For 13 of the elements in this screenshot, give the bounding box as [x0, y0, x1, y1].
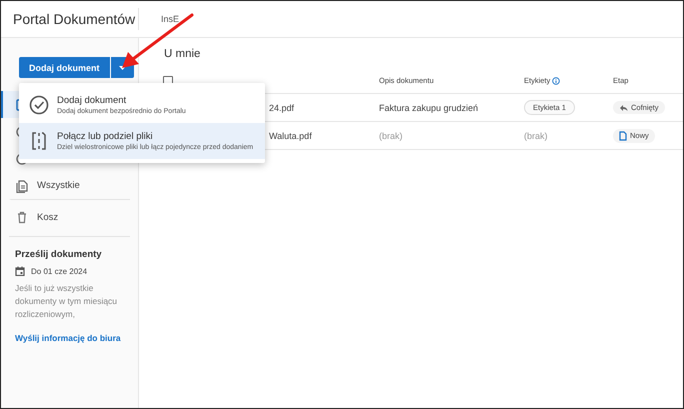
sidebar-item[interactable]: Wszystkie [1, 172, 138, 199]
add-document-button[interactable]: Dodaj dokument [19, 57, 110, 78]
app-title: Portal Dokumentów [13, 10, 136, 29]
description-cell: (brak) [379, 130, 403, 140]
send-info-link[interactable]: Wyślij informację do biura [15, 333, 130, 343]
section-title: Prześlij dokumenty [15, 249, 103, 260]
labels-cell: (brak) [524, 130, 548, 140]
page-title: U mnie [163, 47, 202, 62]
company-name: InsE [161, 14, 180, 24]
info-text: Jeśli to już wszystkie dokumenty w tym miesiącu rozliczeniowym, [15, 282, 118, 321]
description-cell: Faktura zakupu grudzień [379, 102, 478, 112]
deadline-date: Do 01 cze 2024 [31, 266, 88, 276]
sidebar-item[interactable]: Kosz [9, 199, 130, 234]
